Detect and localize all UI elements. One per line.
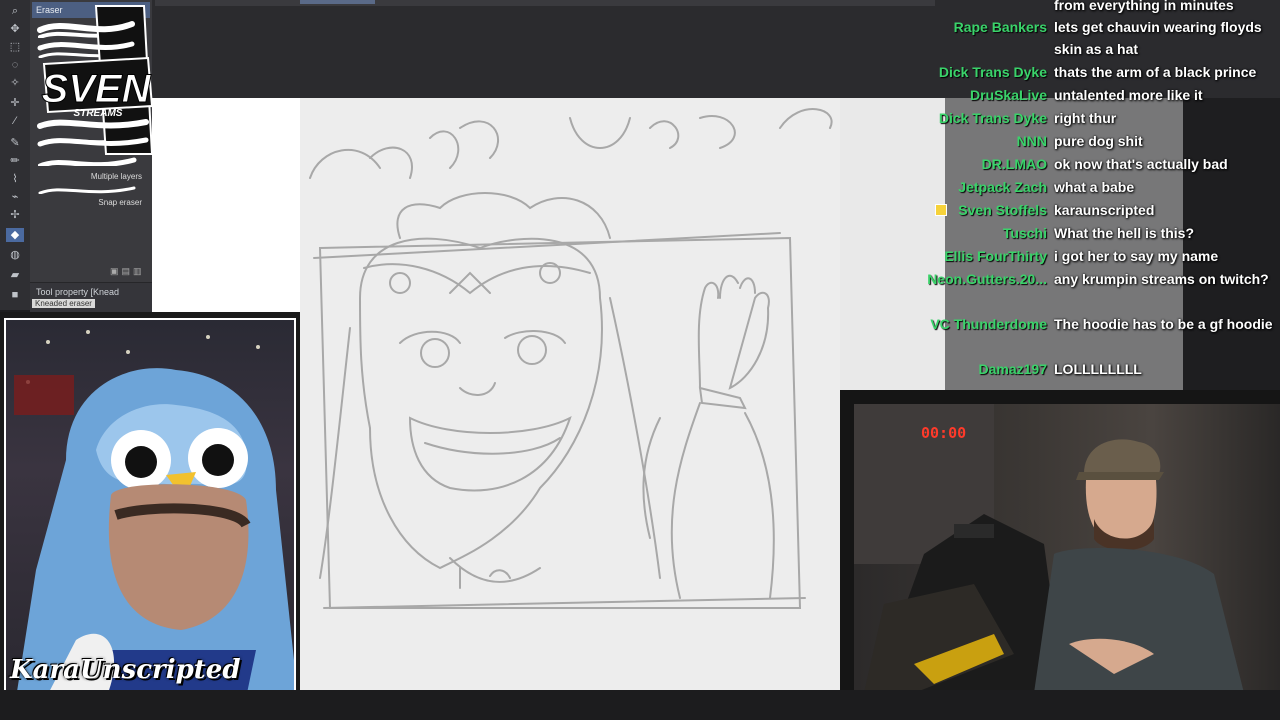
lasso-tool-icon[interactable]: ◌ xyxy=(6,58,24,72)
bottom-bar xyxy=(0,690,1280,720)
chat-username: DruSkaLive xyxy=(969,87,1047,103)
logo-name: SVEN xyxy=(42,67,152,111)
airbrush-tool-icon[interactable]: ⌁ xyxy=(6,190,24,204)
tool-property-label: Tool property [Knead xyxy=(36,287,120,297)
chat-text: right thur xyxy=(1054,110,1117,126)
tool-strip: ⌕ ✥ ⬚ ◌ ✧ ✛ ⁄ ✎ ✏ ⌇ ⌁ ✢ ◆ ◍ ▰ ■ xyxy=(0,0,31,310)
chat-text: i got her to say my name xyxy=(1054,248,1219,264)
chat-username: Ellis FourThirty xyxy=(944,248,1047,264)
stream-timer: 00:00 xyxy=(921,424,967,442)
chat-text: what a babe xyxy=(1054,179,1135,195)
brush-label-multiple-layers[interactable]: Multiple layers xyxy=(91,172,142,181)
brush-stroke-preview[interactable] xyxy=(38,156,138,166)
chat-username: Tuschi xyxy=(1002,225,1047,241)
chat-text: The hoodie has to be a gf hoodie xyxy=(1054,316,1273,332)
streamer-name: KaraUnscripted xyxy=(10,655,241,685)
streamer-person xyxy=(14,368,294,694)
select-tool-icon[interactable]: ⬚ xyxy=(6,40,24,54)
active-tab[interactable] xyxy=(300,0,375,4)
chat-username: VC Thunderdome xyxy=(930,316,1047,332)
chat-username: Neon.Gutters.20... xyxy=(927,271,1047,287)
chat-username: Rape Bankers xyxy=(953,19,1047,35)
chat-text: untalented more like it xyxy=(1054,87,1203,103)
tab-strip[interactable] xyxy=(155,0,935,6)
chat-username: Jetpack Zach xyxy=(958,179,1047,195)
chat-username: NNN xyxy=(1016,133,1047,149)
chat-badge-icon xyxy=(935,204,947,216)
canvas-margin xyxy=(152,98,300,313)
chat-username: Dick Trans Dyke xyxy=(938,110,1047,126)
chat-text: any krumpin streams on twitch? xyxy=(1054,271,1269,287)
eraser-tool-icon[interactable]: ◆ xyxy=(6,228,24,242)
chat-text: lets get chauvin wearing floyds skin as … xyxy=(1054,19,1262,57)
logo-sub: STREAMS xyxy=(74,108,123,119)
decoration-tool-icon[interactable]: ✢ xyxy=(6,208,24,222)
chat-text: karaunscripted xyxy=(1054,202,1155,218)
chat-overlay: from everything in minutes Rape Bankers … xyxy=(900,0,1280,380)
panel-action-icons[interactable]: ▣▤▥ xyxy=(110,266,150,278)
transform-tool-icon[interactable]: ✛ xyxy=(6,96,24,110)
tool-property-panel: Tool property [Knead Kneaded eraser xyxy=(30,282,152,313)
pencil-tool-icon[interactable]: ✏ xyxy=(6,154,24,168)
color-swatch-icon[interactable]: ■ xyxy=(6,288,24,302)
sven-streams-logo: SVEN STREAMS xyxy=(37,5,154,155)
host-person xyxy=(854,404,1244,693)
move-tool-icon[interactable]: ✥ xyxy=(6,22,24,36)
chat-text: from everything in minutes xyxy=(1054,0,1234,13)
chat-username: Damaz197 xyxy=(978,361,1048,377)
chat-username: Dick Trans Dyke xyxy=(938,64,1047,80)
chat-username: Sven Stoffels xyxy=(958,202,1047,218)
chat-username: DR.LMAO xyxy=(981,156,1047,172)
wand-tool-icon[interactable]: ✧ xyxy=(6,76,24,90)
chat-text: What the hell is this? xyxy=(1054,225,1195,241)
chat-text: LOLLLLLLLL xyxy=(1054,361,1142,377)
blend-tool-icon[interactable]: ◍ xyxy=(6,248,24,262)
pen-tool-icon[interactable]: ✎ xyxy=(6,136,24,150)
zoom-tool-icon[interactable]: ⌕ xyxy=(6,4,24,18)
eyedropper-icon[interactable]: ⁄ xyxy=(6,114,24,128)
host-webcam xyxy=(854,404,1280,693)
tool-property-value[interactable]: Kneaded eraser xyxy=(32,299,95,308)
chat-text: ok now that's actually bad xyxy=(1054,156,1228,172)
sketch-drawing xyxy=(309,108,833,609)
chat-text: thats the arm of a black prince xyxy=(1054,64,1257,80)
drawing-canvas[interactable] xyxy=(300,98,840,690)
brush-tool-icon[interactable]: ⌇ xyxy=(6,172,24,186)
streamer-webcam xyxy=(4,318,296,696)
brush-stroke-preview[interactable] xyxy=(38,184,138,194)
chat-text: pure dog shit xyxy=(1054,133,1143,149)
brush-label-snap-eraser[interactable]: Snap eraser xyxy=(98,198,142,207)
fill-tool-icon[interactable]: ▰ xyxy=(6,268,24,282)
